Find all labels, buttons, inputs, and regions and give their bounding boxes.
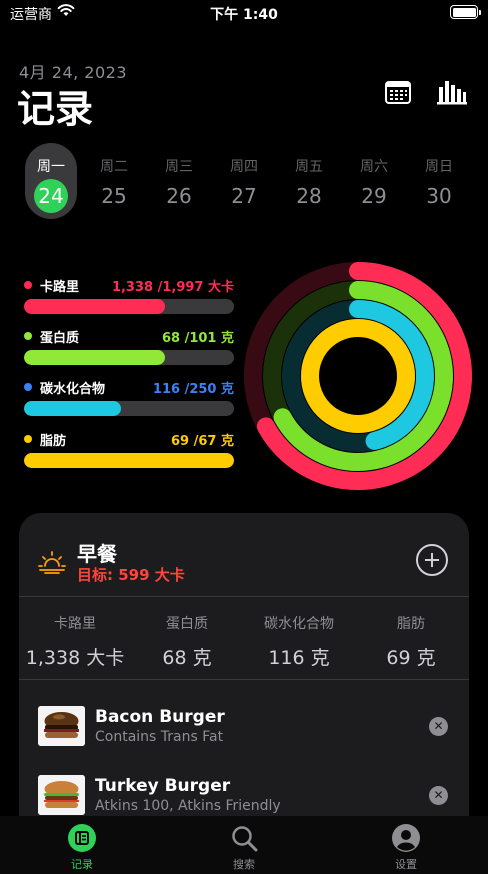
day-wed[interactable]: 周三 26: [153, 143, 205, 219]
burger-thumbnail: [38, 706, 85, 746]
summary-value: 1,338 大卡: [25, 647, 125, 669]
progress-track: [24, 350, 234, 365]
day-name: 周六: [360, 159, 388, 175]
tab-label: 记录: [71, 858, 93, 871]
progress-track: [24, 401, 234, 416]
macro-value: 69 /67 克: [171, 434, 234, 449]
calories-dot: [24, 281, 32, 289]
page-title: 记录: [17, 87, 94, 131]
summary-label: 脂肪: [397, 616, 425, 632]
day-fri[interactable]: 周五 28: [283, 143, 335, 219]
day-number: 28: [296, 184, 322, 208]
macro-label: 蛋白质: [40, 331, 80, 346]
day-number: 25: [101, 184, 127, 208]
macro-calories: 卡路里 1,338 /1,997 大卡: [24, 276, 234, 316]
progress-fill: [24, 299, 165, 314]
food-name: Turkey Burger: [95, 776, 231, 796]
tab-bar: 记录 搜索 设置: [0, 816, 488, 874]
macro-fat: 脂肪 69 /67 克: [24, 430, 234, 470]
day-sun[interactable]: 周日 30: [413, 143, 465, 219]
day-number: 30: [426, 184, 452, 208]
profile-icon: [392, 824, 420, 852]
tab-search[interactable]: 搜索: [194, 822, 294, 874]
summary-label: 卡路里: [54, 616, 96, 632]
food-item-bacon-burger[interactable]: Bacon Burger Contains Trans Fat ✕: [19, 706, 469, 766]
sunrise-icon: [38, 551, 66, 574]
day-thu[interactable]: 周四 27: [218, 143, 270, 219]
summary-label: 碳水化合物: [264, 616, 334, 632]
day-name: 周三: [165, 159, 193, 175]
burger-thumbnail: [38, 775, 85, 815]
summary-protein: 蛋白质 68 克: [131, 613, 243, 670]
macro-label: 脂肪: [40, 434, 67, 449]
day-name: 周五: [295, 159, 323, 175]
macro-value: 116 /250 克: [152, 382, 234, 397]
add-food-button[interactable]: [416, 544, 448, 576]
progress-fill: [24, 350, 165, 365]
protein-dot: [24, 332, 32, 340]
day-name: 周一: [37, 159, 65, 175]
macro-value: 68 /101 克: [161, 331, 234, 346]
day-number: 29: [361, 184, 387, 208]
status-bar: 运营商 下午 1:40: [0, 0, 488, 26]
divider: [19, 596, 469, 597]
carbs-dot: [24, 383, 32, 391]
macro-carbs: 碳水化合物 116 /250 克: [24, 378, 234, 418]
day-number: 27: [231, 184, 257, 208]
food-desc: Atkins 100, Atkins Friendly: [95, 798, 281, 814]
macro-value: 1,338 /1,997 大卡: [111, 280, 234, 295]
battery-icon: [450, 5, 481, 19]
nutrition-rings: [244, 262, 472, 490]
fat-ring: [301, 319, 415, 433]
day-number: 26: [166, 184, 192, 208]
summary-carbs: 碳水化合物 116 克: [243, 613, 355, 670]
food-name: Bacon Burger: [95, 707, 225, 727]
tab-label: 设置: [395, 858, 417, 871]
progress-fill: [24, 453, 234, 468]
summary-label: 蛋白质: [166, 616, 208, 632]
day-mon[interactable]: 周一 24: [25, 143, 77, 219]
tab-label: 搜索: [233, 858, 255, 871]
day-number: 24: [38, 184, 64, 208]
summary-calories: 卡路里 1,338 大卡: [19, 613, 131, 670]
day-sat[interactable]: 周六 29: [348, 143, 400, 219]
summary-value: 69 克: [386, 647, 436, 669]
food-desc: Contains Trans Fat: [95, 729, 224, 745]
summary-fat: 脂肪 69 克: [355, 613, 467, 670]
meal-title: 早餐: [77, 542, 117, 566]
summary-value: 68 克: [162, 647, 212, 669]
remove-food-button[interactable]: ✕: [429, 786, 448, 805]
day-tue[interactable]: 周二 25: [88, 143, 140, 219]
macro-protein: 蛋白质 68 /101 克: [24, 327, 234, 367]
progress-fill: [24, 401, 121, 416]
search-icon: [232, 826, 258, 852]
summary-value: 116 克: [268, 647, 330, 669]
tab-settings[interactable]: 设置: [356, 822, 456, 874]
day-name: 周二: [100, 159, 128, 175]
day-name: 周日: [425, 159, 453, 175]
macro-label: 碳水化合物: [40, 382, 106, 397]
macro-label: 卡路里: [40, 280, 80, 295]
chart-bar-icon[interactable]: [437, 79, 467, 105]
remove-food-button[interactable]: ✕: [429, 717, 448, 736]
meal-target: 目标: 599 大卡: [77, 566, 185, 584]
day-name: 周四: [230, 159, 258, 175]
calendar-icon[interactable]: [385, 80, 411, 104]
log-icon: [68, 824, 96, 852]
progress-track: [24, 299, 234, 314]
divider: [19, 679, 469, 680]
week-strip: 周一 24 周二 25 周三 26 周四 27 周五 28 周六 29 周日 3…: [22, 143, 472, 223]
tab-log[interactable]: 记录: [32, 822, 132, 874]
fat-dot: [24, 435, 32, 443]
progress-track: [24, 453, 234, 468]
clock: 下午 1:40: [210, 7, 278, 23]
